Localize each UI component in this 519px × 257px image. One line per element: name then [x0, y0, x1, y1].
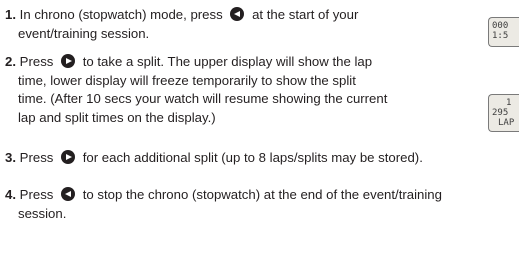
- watch-display-split: 1 295 LAP: [488, 94, 519, 132]
- right-arrow-button-icon: [61, 54, 76, 68]
- watch-display-chrono: 000 1:5: [488, 17, 519, 47]
- step-4: 4. Press to stop the chrono (stopwatch) …: [5, 187, 442, 221]
- right-arrow-button-icon: [61, 150, 76, 164]
- left-arrow-button-icon: [230, 7, 245, 21]
- step-number: 3.: [5, 150, 16, 165]
- step-3: 3. Press for each additional split (up t…: [5, 150, 423, 165]
- step-number: 2.: [5, 54, 16, 69]
- step-number: 1.: [5, 7, 16, 22]
- step-number: 4.: [5, 187, 16, 202]
- left-arrow-button-icon: [61, 187, 76, 201]
- step-1: 1. In chrono (stopwatch) mode, press at …: [5, 7, 359, 41]
- step-2: 2. Press to take a split. The upper disp…: [5, 54, 388, 125]
